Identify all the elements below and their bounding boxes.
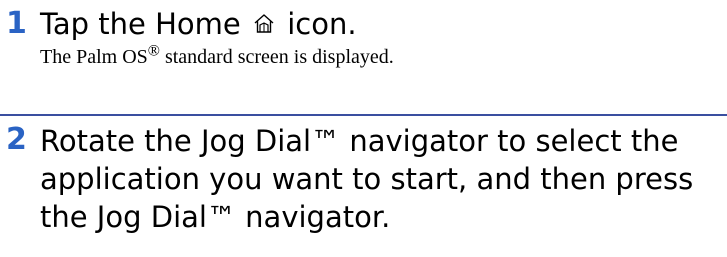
step-instruction: Rotate the Jog Dial™ navigator to select…: [40, 124, 694, 234]
step-instruction: Tap the Home icon.: [40, 6, 357, 42]
registered-mark: ®: [147, 42, 160, 60]
result-text-end: standard screen is displayed.: [159, 46, 394, 68]
step-number: 2: [6, 122, 27, 157]
instruction-text: Tap the Home: [40, 7, 241, 41]
home-icon: [252, 8, 276, 33]
result-text: The Palm OS: [40, 46, 148, 68]
instruction-text-end: icon.: [287, 7, 357, 41]
step-result: The Palm OS® standard screen is displaye…: [40, 42, 394, 70]
step-2: 2 Rotate the Jog Dial™ navigator to sele…: [0, 114, 727, 234]
step-number: 1: [6, 6, 27, 41]
